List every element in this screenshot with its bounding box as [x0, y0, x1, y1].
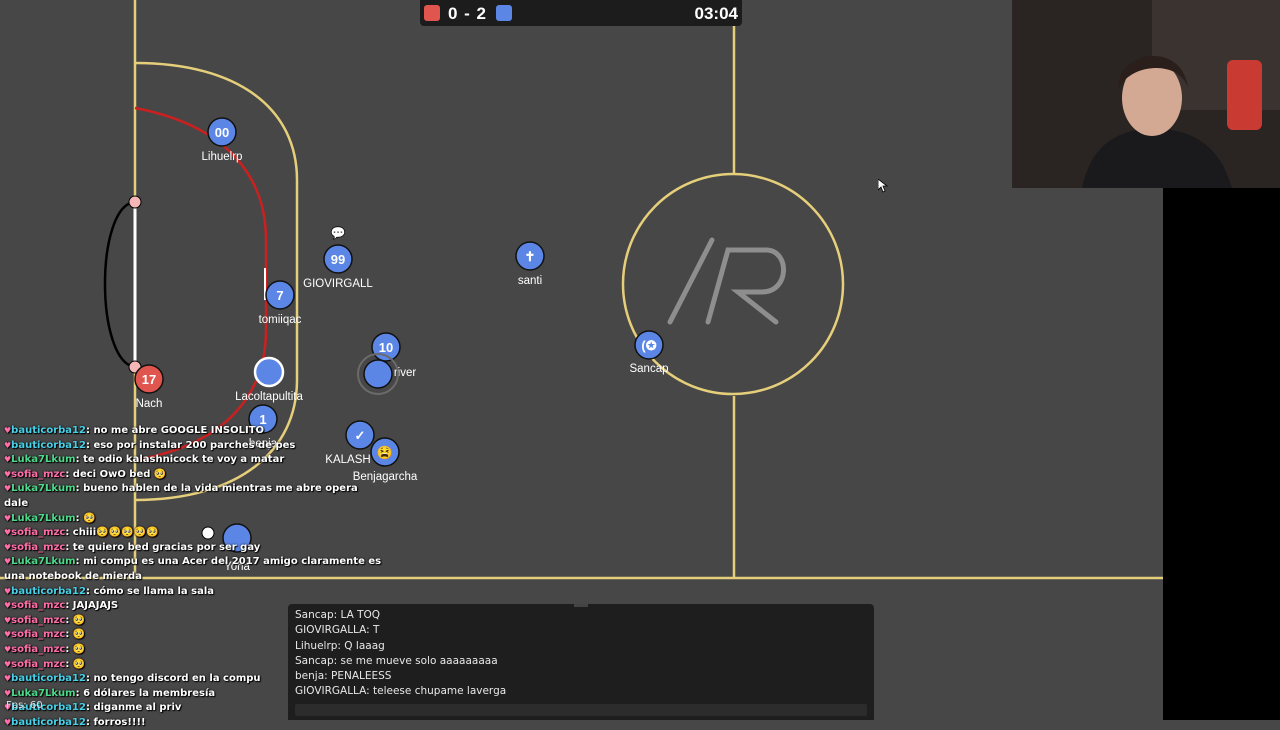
mouse-cursor-icon [878, 179, 888, 193]
chat-message: : 🥺 [75, 512, 96, 524]
stream-chat-line: ♥sofia_mzc: chiii🥺🥺🥺🥺🥺 [4, 526, 384, 541]
match-timer: 03:04 [694, 4, 738, 23]
game-chat-box: Sancap: LA TOQ GIOVIRGALLA: T Lihuelrp: Q … [288, 604, 874, 720]
stream-chat-line: ♥bauticorba12: eso por instalar 200 parc… [4, 439, 384, 454]
chat-username: bauticorba12 [11, 716, 86, 728]
player-name: Nach [136, 398, 163, 410]
player-disc [363, 359, 393, 389]
game-chat-line: benja: PENALEESS [295, 670, 392, 683]
player-2: ✝ santi [515, 241, 545, 287]
chat-username: Luka7Lkum [11, 556, 76, 568]
game-chat-messages: Sancap: LA TOQ GIOVIRGALLA: T Lihuelrp: Q … [295, 608, 506, 700]
chat-message: : cómo se llama la sala [85, 585, 215, 597]
chat-message: : 🥺 [65, 614, 86, 626]
player-avatar: 7 [276, 288, 283, 303]
chat-username: sofia_mzc [11, 658, 66, 670]
score: 0 - 2 [448, 4, 488, 23]
player-avatar: 17 [142, 372, 156, 387]
player-avatar: 10 [379, 340, 393, 355]
chat-message: : no me abre GOOGLE INSOLITO [85, 425, 265, 436]
chat-username: sofia_mzc [11, 468, 66, 480]
chat-bubble-icon: 💬 [331, 226, 346, 240]
chat-username: sofia_mzc [11, 614, 66, 626]
game-chat-line: GIOVIRGALLA: teleese chupame laverga [295, 685, 507, 698]
player-name: Lacoltapultita [235, 391, 303, 403]
player-avatar: 99 [331, 252, 345, 267]
chat-username: sofia_mzc [11, 629, 66, 641]
chat-message: : diganme al priv [85, 702, 182, 714]
chat-username: Luka7Lkum [11, 483, 76, 495]
stream-chat-line: ♥Luka7Lkum: bueno hablen de la vida mien… [4, 482, 384, 511]
chat-message: : eso por instalar 200 parches de pes [85, 439, 296, 451]
stream-chat-line: ♥Luka7Lkum: 🥺 [4, 512, 384, 527]
player-disc [253, 356, 285, 388]
goal-post-top [128, 195, 142, 209]
chat-username: sofia_mzc [11, 643, 66, 655]
player-name: santi [518, 275, 542, 287]
player-avatar: 00 [215, 125, 229, 140]
scoreboard: 0 - 2 03:04 [420, 0, 742, 26]
chat-username: Luka7Lkum [11, 512, 76, 524]
game-chat-line: Sancap: LA TOQ [295, 609, 381, 621]
streamer-webcam-image [1012, 0, 1280, 188]
game-chat-line: Lihuelrp: Q laaag [295, 639, 385, 652]
player-avatar: (✪ [641, 338, 656, 353]
chat-message: : 🥺 [65, 658, 86, 670]
player-name: Sancap [629, 363, 668, 375]
chat-username: Luka7Lkum [11, 454, 76, 466]
chat-username: sofia_mzc [11, 527, 66, 539]
player-7: 17 Nach [134, 364, 164, 410]
chat-message: : JAJAJAJS [65, 600, 119, 612]
chat-message: : te odio kalashnicock te voy a matar [75, 454, 285, 466]
chat-message: : 🥺 [65, 643, 86, 655]
fps-counter: Fps: 60 [6, 700, 43, 711]
game-chat-line: GIOVIRGALLA: T [295, 624, 380, 637]
chat-message: : chiii🥺🥺🥺🥺🥺 [65, 527, 159, 539]
stream-black-area [1163, 188, 1280, 720]
chat-username: bauticorba12 [11, 425, 86, 436]
player-name: GIOVIRGALL [303, 278, 373, 290]
stream-chat-line: ♥sofia_mzc: te quiero bed gracias por se… [4, 541, 384, 556]
player-name: tomiiqac [259, 314, 302, 326]
chat-username: bauticorba12 [11, 585, 86, 597]
chat-message: : forros!!!! [85, 716, 146, 728]
chat-message: : 🥺 [65, 629, 86, 641]
chat-username: bauticorba12 [11, 439, 86, 451]
chat-resize-handle[interactable] [574, 604, 588, 607]
chat-username: bauticorba12 [11, 673, 86, 685]
chat-message: : te quiero bed gracias por ser gay [65, 541, 261, 553]
webcam-overlay [1012, 0, 1280, 188]
chat-message: : 6 dólares la membresía [75, 687, 216, 699]
game-chat-input[interactable] [295, 704, 867, 716]
stream-chat-line: ♥Luka7Lkum: mi compu es una Acer del 201… [4, 555, 384, 584]
blue-team-indicator [496, 5, 512, 21]
chat-username: sofia_mzc [11, 541, 66, 553]
chat-message: : deci OwO bed 🥺 [65, 468, 167, 480]
stream-chat-line: ♥bauticorba12: no me abre GOOGLE INSOLIT… [4, 424, 384, 439]
stream-chat-line: ♥Luka7Lkum: te odio kalashnicock te voy … [4, 453, 384, 468]
player-avatar: ✝ [525, 249, 536, 264]
chat-message: : no tengo discord en la compu [85, 673, 261, 685]
stream-chat-line: ♥bauticorba12: cómo se llama la sala [4, 585, 384, 600]
red-team-indicator [424, 5, 440, 21]
chat-username: Luka7Lkum [11, 687, 76, 699]
chat-username: sofia_mzc [11, 600, 66, 612]
player-name: Lihuelrp [202, 151, 243, 163]
game-chat-line: Sancap: se me mueve solo aaaaaaaaa [295, 654, 498, 667]
stream-chat-line: ♥sofia_mzc: deci OwO bed 🥺 [4, 468, 384, 483]
